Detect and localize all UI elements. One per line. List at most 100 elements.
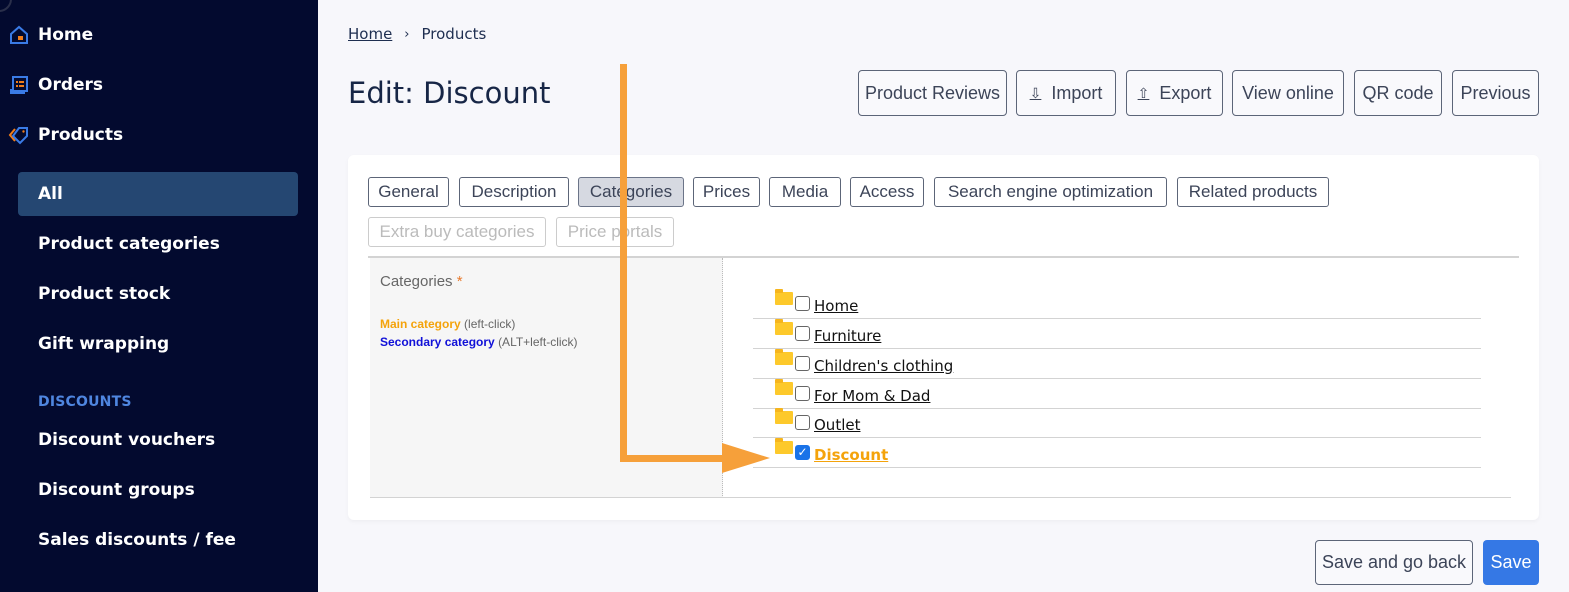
category-row: Home	[753, 289, 1481, 319]
category-row: ✓ Discount	[753, 438, 1481, 468]
sidebar-item-product-categories[interactable]: Product categories	[18, 222, 298, 266]
sidebar-item-discount-vouchers[interactable]: Discount vouchers	[18, 418, 298, 462]
sidebar-item-label: Products	[38, 125, 124, 145]
tab-price-portals[interactable]: Price portals	[556, 217, 674, 247]
sidebar-item-sales-discounts[interactable]: Sales discounts / fee	[18, 518, 298, 562]
category-checkbox[interactable]	[795, 386, 810, 401]
legend-secondary-label: Secondary category	[380, 335, 495, 349]
export-button[interactable]: ⇧ Export	[1126, 70, 1223, 116]
button-label: Save	[1490, 552, 1532, 572]
qr-code-button[interactable]: QR code	[1354, 70, 1442, 116]
sidebar-item-discount-groups[interactable]: Discount groups	[18, 468, 298, 512]
folder-icon	[775, 438, 793, 454]
sidebar-toggle[interactable]	[0, 0, 12, 12]
button-label: Import	[1051, 82, 1103, 103]
previous-button[interactable]: Previous	[1452, 70, 1539, 116]
legend-main-category: Main category (left-click)	[380, 317, 515, 331]
tab-prices[interactable]: Prices	[693, 177, 760, 207]
tab-label: Price portals	[567, 222, 663, 241]
tab-label: General	[378, 182, 439, 201]
tab-label: Search engine optimization	[947, 182, 1154, 201]
button-label: Previous	[1460, 82, 1531, 103]
tab-label: Categories	[589, 182, 673, 201]
folder-icon	[775, 349, 793, 365]
sidebar-item-home[interactable]: Home	[8, 23, 93, 47]
download-icon: ⇩	[1029, 84, 1042, 101]
tab-access[interactable]: Access	[850, 177, 924, 207]
tab-label: Related products	[1188, 182, 1318, 201]
category-link[interactable]: Children's clothing	[814, 357, 953, 375]
category-row: Furniture	[753, 319, 1481, 349]
tab-description[interactable]: Description	[459, 177, 569, 207]
category-checkbox-checked[interactable]: ✓	[795, 445, 810, 460]
panel-bottom-divider	[370, 497, 1511, 498]
category-link[interactable]: Outlet	[814, 416, 860, 434]
page-title: Edit: Discount	[348, 76, 551, 110]
categories-label: Categories *	[380, 273, 463, 290]
home-icon	[8, 24, 30, 46]
tab-extra-buy-categories[interactable]: Extra buy categories	[368, 217, 546, 247]
tab-media[interactable]: Media	[769, 177, 841, 207]
tab-general[interactable]: General	[368, 177, 449, 207]
save-button[interactable]: Save	[1483, 540, 1539, 585]
annotation-arrow-head-icon	[722, 443, 770, 473]
sidebar-item-gift-wrapping[interactable]: Gift wrapping	[18, 322, 298, 366]
annotation-arrow-shaft	[620, 455, 730, 462]
category-checkbox[interactable]	[795, 356, 810, 371]
sidebar-item-label: Discount vouchers	[38, 430, 216, 450]
tag-icon	[8, 124, 30, 146]
category-row: Children's clothing	[753, 349, 1481, 379]
field-label: Categories	[380, 273, 453, 290]
sidebar-item-label: All	[38, 184, 63, 204]
chevron-right-icon: ›	[404, 26, 410, 42]
sidebar-item-label: Gift wrapping	[38, 334, 170, 354]
button-label: View online	[1242, 82, 1334, 103]
annotation-arrow-shaft	[620, 64, 627, 462]
breadcrumb-home-link[interactable]: Home	[348, 25, 392, 43]
sidebar-item-all[interactable]: All	[18, 172, 298, 216]
legend-main-label: Main category	[380, 317, 461, 331]
category-link[interactable]: Home	[814, 297, 858, 315]
view-online-button[interactable]: View online	[1232, 70, 1344, 116]
orders-icon	[8, 74, 30, 96]
button-label: QR code	[1362, 82, 1434, 103]
legend-main-hint: (left-click)	[464, 317, 516, 331]
category-checkbox[interactable]	[795, 326, 810, 341]
import-button[interactable]: ⇩ Import	[1016, 70, 1116, 116]
sidebar-item-label: Discount groups	[38, 480, 195, 500]
category-row: For Mom & Dad	[753, 379, 1481, 409]
required-mark: *	[456, 273, 463, 290]
product-reviews-button[interactable]: Product Reviews	[858, 70, 1007, 116]
breadcrumb-current: Products	[421, 25, 487, 43]
sidebar-item-label: Home	[38, 25, 94, 45]
folder-icon	[775, 408, 793, 424]
category-checkbox[interactable]	[795, 415, 810, 430]
tab-label: Description	[471, 182, 557, 201]
sidebar-item-products[interactable]: Products	[8, 123, 123, 147]
sidebar-item-label: Sales discounts / fee	[38, 530, 236, 550]
tab-label: Extra buy categories	[379, 222, 535, 241]
sidebar-item-orders[interactable]: Orders	[8, 73, 103, 97]
section-title-discounts: DISCOUNTS	[38, 394, 132, 410]
categories-label-column: Categories * Main category (left-click) …	[370, 258, 723, 498]
button-label: Product Reviews	[864, 82, 1001, 103]
folder-icon	[775, 319, 793, 335]
tab-seo[interactable]: Search engine optimization	[934, 177, 1167, 207]
category-row: Outlet	[753, 408, 1481, 438]
category-link[interactable]: For Mom & Dad	[814, 387, 930, 405]
tab-label: Media	[781, 182, 829, 201]
category-link[interactable]: Furniture	[814, 327, 881, 345]
folder-icon	[775, 289, 793, 305]
category-link-main[interactable]: Discount	[814, 446, 888, 464]
button-label: Export	[1159, 82, 1212, 103]
tab-related-products[interactable]: Related products	[1177, 177, 1329, 207]
tab-label: Prices	[702, 182, 751, 201]
category-checkbox[interactable]	[795, 296, 810, 311]
tab-categories[interactable]: Categories	[578, 177, 684, 207]
sidebar-item-product-stock[interactable]: Product stock	[18, 272, 298, 316]
save-and-go-back-button[interactable]: Save and go back	[1315, 540, 1473, 585]
legend-secondary-category: Secondary category (ALT+left-click)	[380, 335, 578, 349]
legend-secondary-hint: (ALT+left-click)	[498, 335, 578, 349]
folder-icon	[775, 379, 793, 395]
sidebar-item-label: Product stock	[38, 284, 171, 304]
